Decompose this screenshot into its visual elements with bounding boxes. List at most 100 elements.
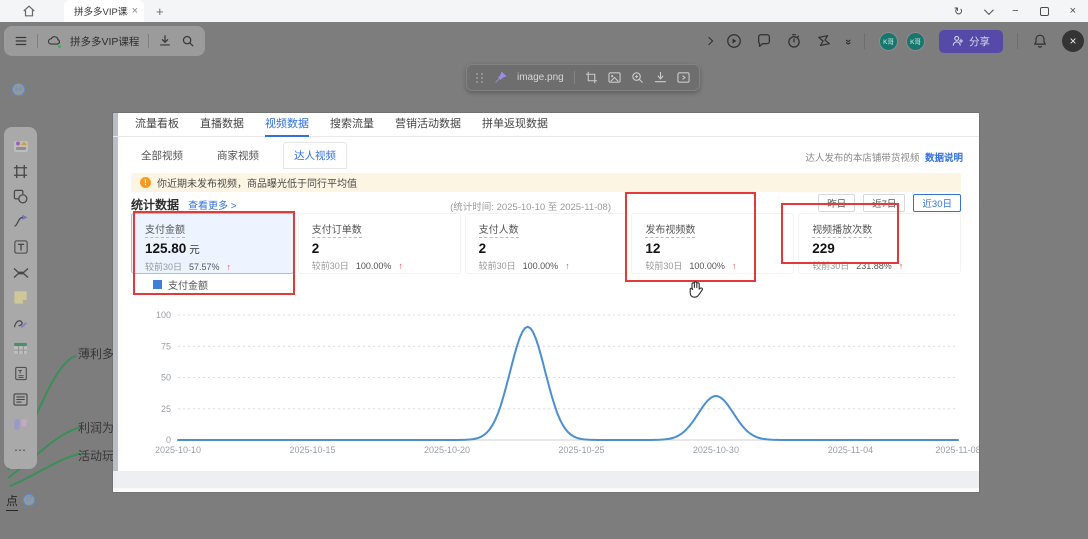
share-button[interactable]: 分享 (939, 30, 1003, 53)
tab-traffic-dashboard[interactable]: 流量看板 (135, 113, 179, 137)
laser-pointer-icon[interactable] (816, 33, 832, 49)
mindmap-glyph (13, 267, 29, 279)
svg-text:75: 75 (161, 341, 171, 351)
more-icon[interactable]: ⋯ (10, 440, 32, 460)
kanban-icon[interactable] (10, 415, 32, 435)
sticky-glyph (13, 290, 28, 305)
window-close-icon[interactable]: × (1070, 5, 1076, 17)
compare-label: 较前30日 (479, 259, 516, 272)
card-pay-users[interactable]: 支付人数 2 较前30日100.00%↑ (465, 213, 628, 274)
tab-live-data[interactable]: 直播数据 (200, 113, 244, 137)
subtab-merchant-videos[interactable]: 商家视频 (207, 143, 269, 168)
text-glyph (14, 240, 28, 254)
note-text: 达人发布的本店铺带货视频 (805, 153, 919, 164)
replace-image-icon[interactable] (608, 71, 621, 84)
section-divider-band (113, 471, 979, 488)
find-image-icon[interactable] (631, 71, 644, 84)
browser-tab-bar: 拼多多VIP课程 × + ↻ − × (0, 0, 1088, 22)
browser-tab[interactable]: 拼多多VIP课程 × (64, 0, 144, 22)
tab-search-traffic[interactable]: 搜索流量 (330, 113, 374, 137)
table-icon[interactable] (10, 339, 32, 359)
expand-chevron-icon[interactable] (705, 37, 713, 45)
delta-up-arrow: ↑ (398, 261, 403, 271)
dashboard-tabs: 流量看板 直播数据 视频数据 搜索流量 营销活动数据 拼单返现数据 (113, 113, 979, 137)
delta-up-arrow: ↑ (899, 261, 904, 271)
templates-icon[interactable] (10, 136, 32, 156)
shapes-icon[interactable] (10, 187, 32, 207)
collapse-toolbar-icon[interactable]: » (842, 39, 854, 43)
annotation-rect-video-plays (781, 203, 899, 264)
dashboard-note: 达人发布的本店铺带货视频 数据说明 (805, 150, 963, 164)
shapes-glyph (13, 189, 28, 204)
analytics-dashboard-image: 流量看板 直播数据 视频数据 搜索流量 营销活动数据 拼单返现数据 全部视频 商… (113, 113, 979, 492)
outline-icon[interactable] (10, 389, 32, 409)
collaborator-cursor-badge: 27 (23, 494, 35, 506)
browser-tab-title: 拼多多VIP课程 (74, 4, 128, 18)
svg-text:2025-10-30: 2025-10-30 (693, 445, 739, 455)
subtab-influencer-videos[interactable]: 达人视频 (283, 142, 347, 169)
hand-cursor-icon (687, 280, 704, 299)
card-pay-orders[interactable]: 支付订单数 2 较前30日100.00%↑ (298, 213, 461, 274)
svg-text:2025-11-08: 2025-11-08 (935, 445, 979, 455)
chevron-down-icon[interactable] (984, 5, 994, 15)
pin-icon[interactable] (494, 71, 507, 84)
mindmap-icon[interactable] (10, 263, 32, 283)
exit-presentation-button[interactable]: × (1062, 30, 1084, 52)
pen-icon[interactable] (10, 313, 32, 333)
data-explanation-link[interactable]: 数据说明 (925, 153, 963, 164)
more-glyph: ⋯ (14, 443, 27, 457)
home-icon[interactable] (22, 4, 36, 18)
menu-hamburger-icon[interactable] (14, 34, 28, 48)
minimize-icon[interactable]: − (1012, 5, 1018, 17)
payment-line-chart: 02550751002025-10-102025-10-152025-10-20… (113, 113, 979, 492)
collaborator-avatar[interactable]: K哥 (879, 32, 898, 51)
board-title: 拼多多VIP课程 (70, 34, 139, 49)
notification-bell-icon[interactable] (1032, 33, 1048, 49)
text-icon[interactable] (10, 237, 32, 257)
tab-close-icon[interactable]: × (132, 5, 138, 17)
sticky-note-icon[interactable] (10, 288, 32, 308)
collaborator-avatar[interactable]: K哥 (906, 32, 925, 51)
view-more-link[interactable]: 查看更多 > (188, 197, 237, 212)
svg-text:2025-11-04: 2025-11-04 (828, 445, 873, 455)
svg-text:2025-10-15: 2025-10-15 (289, 445, 335, 455)
tab-video-data[interactable]: 视频数据 (265, 113, 309, 137)
divider (574, 71, 575, 84)
frame-icon[interactable] (10, 161, 32, 181)
tab-marketing-activity[interactable]: 营销活动数据 (395, 113, 461, 137)
card-value: 2 (479, 241, 627, 256)
download-image-icon[interactable] (654, 71, 667, 84)
timer-icon[interactable] (786, 33, 802, 49)
note-doc-icon[interactable] (10, 364, 32, 384)
svg-text:50: 50 (161, 373, 171, 383)
maximize-restore-icon[interactable] (1040, 7, 1049, 16)
range-30d-button[interactable]: 近30日 (913, 194, 961, 212)
refresh-icon[interactable]: ↻ (954, 5, 963, 18)
pen-glyph (13, 317, 28, 330)
tab-group-cashback[interactable]: 拼单返现数据 (482, 113, 548, 137)
divider (1017, 33, 1018, 49)
collaborator-cursor-badge: 64 (12, 83, 25, 96)
connector-icon[interactable] (10, 212, 32, 232)
delta-value: 100.00% (356, 261, 392, 271)
warning-icon: ! (140, 177, 151, 188)
subtab-all-videos[interactable]: 全部视频 (131, 143, 193, 168)
card-label: 支付订单数 (312, 221, 362, 238)
open-panel-icon[interactable] (677, 71, 690, 84)
new-tab-button[interactable]: + (156, 4, 164, 19)
card-label: 支付人数 (479, 221, 519, 238)
image-toolbar: image.png (466, 64, 700, 91)
comment-bubble-icon[interactable] (756, 33, 772, 49)
present-play-icon[interactable] (726, 33, 742, 49)
outline-glyph (13, 393, 28, 406)
card-value: 2 (312, 241, 460, 256)
search-icon[interactable] (181, 34, 195, 48)
whiteboard-toolbar: 拼多多VIP课程 » K哥 K哥 分享 × (0, 22, 1088, 58)
board-title-pill: 拼多多VIP课程 (4, 26, 205, 56)
crop-frame-icon[interactable] (585, 71, 598, 84)
share-person-icon (952, 35, 964, 47)
value-number: 2 (479, 241, 487, 256)
card-compare: 较前30日100.00%↑ (479, 259, 627, 272)
drag-handle-icon[interactable] (476, 73, 484, 83)
download-icon[interactable] (158, 34, 172, 48)
